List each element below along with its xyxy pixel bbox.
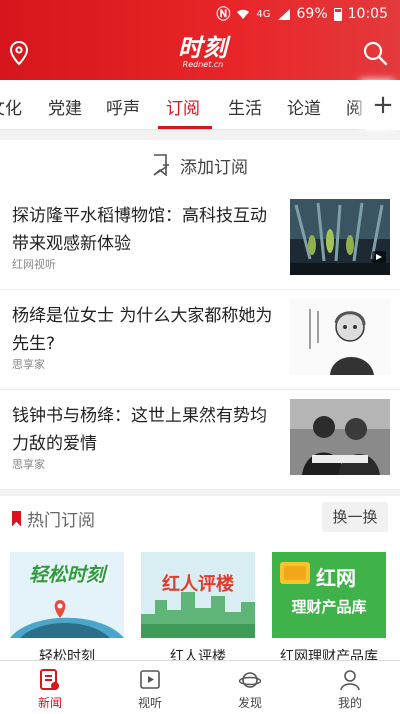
play-icon [140,670,160,689]
card-badge: 红人评楼 [162,574,234,595]
bookmark-icon [12,510,21,527]
news-icon [40,669,59,690]
tab-life[interactable]: 生活 [228,94,262,119]
tab-opinion[interactable]: 论道 [287,94,321,119]
news-source: 思享家 [12,358,45,371]
nav-news-label: 新闻 [37,696,62,710]
signal-icon [277,9,290,20]
nav-discover-label: 发现 [237,696,262,710]
news-thumbnail [290,399,390,475]
app-logo: 时刻 Rednet.cn [178,33,228,70]
network-type: 4G [256,8,271,20]
subscription-card[interactable]: 红网 理财产品库 [272,552,386,638]
card-badge-subtitle: 理财产品库 [291,598,367,616]
bottom-navigation: 新闻 视听 发现 我的 [0,660,400,714]
tab-voice[interactable]: 呼声 [106,94,140,119]
hot-title-text: 热门订阅 [27,511,95,531]
news-title: 钱钟书与杨绛：这世上果然有势均力敌的爱情 [12,406,267,454]
news-source: 思享家 [12,458,45,471]
add-subscription-button[interactable]: 添加订阅 [0,140,400,190]
nav-profile[interactable]: 我的 [300,661,400,714]
nfc-icon: Ⓝ [216,7,231,23]
add-channel-button[interactable]: + [366,80,400,130]
hot-subscriptions: 热门订阅 换一换 轻松时刻 轻松时刻 红人评楼 红人评楼 红网 理财产品库 红网… [0,496,400,665]
news-source: 红网视听 [12,258,56,271]
battery-percent: 69% [296,6,328,22]
wifi-icon [237,9,250,19]
news-item[interactable]: 杨绛是位女士 为什么大家都称她为先生? 思享家 [0,290,400,390]
add-subscription-label: 添加订阅 [180,157,248,178]
planet-icon [239,672,261,688]
news-item[interactable]: 钱钟书与杨绛：这世上果然有势均力敌的爱情 思享家 [0,390,400,490]
nav-video[interactable]: 视听 [100,661,200,714]
card-badge-title: 红网 [316,566,356,590]
nav-news[interactable]: 新闻 [0,661,100,714]
user-icon [340,670,360,691]
news-item[interactable]: 探访隆平水稻博物馆：高科技互动带来观感新体验 红网视听 [0,190,400,290]
location-icon[interactable] [8,40,30,66]
tab-culture[interactable]: 文化 [0,94,22,119]
hot-subscriptions-title: 热门订阅 [12,506,95,531]
swap-button[interactable]: 换一换 [322,502,388,532]
tab-subscribe[interactable]: 订阅 [166,94,200,119]
nav-discover[interactable]: 发现 [200,661,300,714]
card-badge: 轻松时刻 [28,564,105,586]
search-icon[interactable] [362,40,388,66]
tab-party[interactable]: 党建 [48,94,82,119]
clock: 10:05 [347,6,388,22]
bookmark-add-icon [153,154,169,176]
news-thumbnail [290,299,390,375]
nav-video-label: 视听 [137,696,162,710]
tab-read[interactable]: 阅 [346,94,363,119]
app-header: Ⓝ 4G 69% 10:05 时刻 Rednet.cn [0,0,400,80]
channel-tabs: 文化 党建 呼声 订阅 生活 论道 阅 [0,80,400,130]
news-title: 探访隆平水稻博物馆：高科技互动带来观感新体验 [12,206,267,254]
nav-profile-label: 我的 [337,696,362,710]
subscription-card[interactable]: 轻松时刻 [10,552,124,638]
news-title: 杨绛是位女士 为什么大家都称她为先生? [12,306,273,354]
battery-icon [333,7,342,21]
active-tab-indicator [158,126,212,129]
subscription-card[interactable]: 红人评楼 [141,552,255,638]
news-thumbnail [290,199,390,275]
status-bar: Ⓝ 4G 69% 10:05 [0,0,400,28]
